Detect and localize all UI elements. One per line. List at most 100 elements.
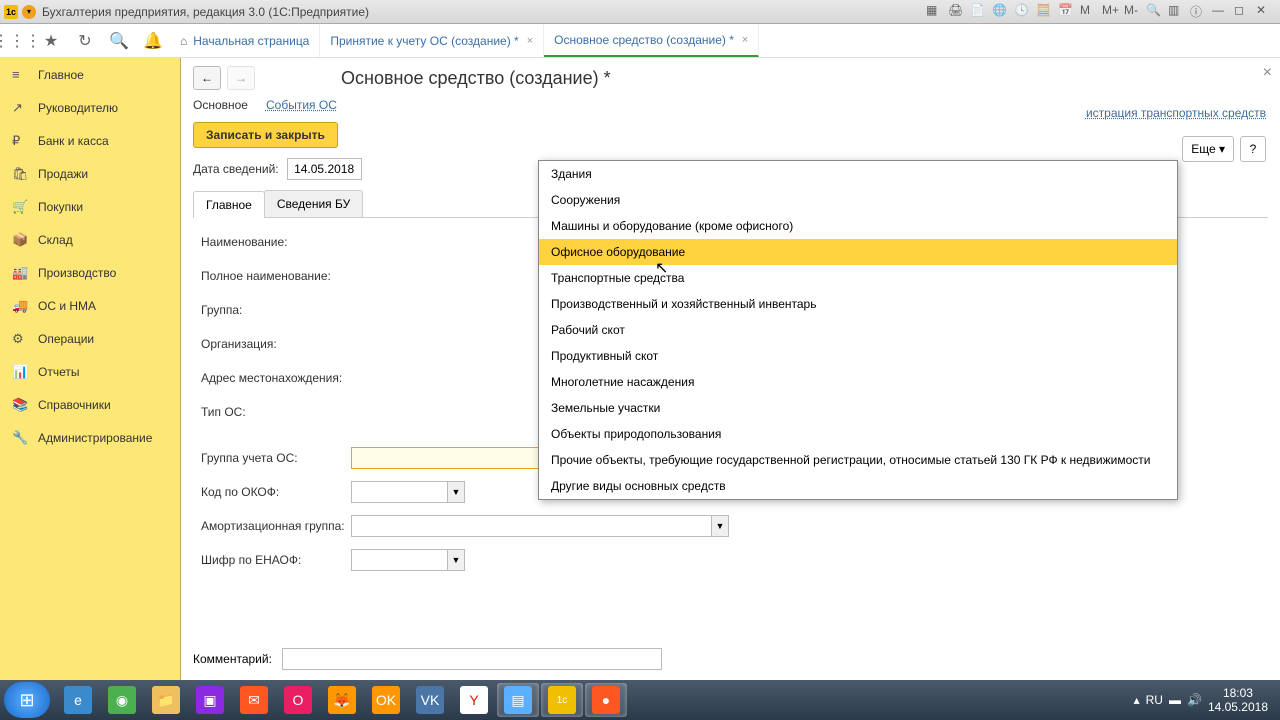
subnav-main[interactable]: Основное [193,98,248,112]
label-name: Наименование: [201,235,351,249]
dropdown-option[interactable]: Транспортные средства [539,265,1177,291]
sidebar-item[interactable]: 🏭Производство [0,256,180,289]
panel-icon[interactable]: ▥ [1168,3,1186,21]
sidebar-item[interactable]: ↗Руководителю [0,91,180,124]
sidebar-item[interactable]: 📊Отчеты [0,355,180,388]
zoom-icon[interactable]: 🔍 [1146,3,1164,21]
chevron-down-icon[interactable]: ▼ [711,515,729,537]
globe-icon[interactable]: 🌐 [992,3,1010,21]
taskbar-rec[interactable]: ● [585,683,627,717]
dropdown-option[interactable]: Рабочий скот [539,317,1177,343]
sidebar-item[interactable]: ⚙Операции [0,322,180,355]
taskbar-vk[interactable]: VK [409,683,451,717]
star-icon[interactable]: ★ [34,24,68,58]
m-minus-icon[interactable]: M- [1124,3,1142,21]
info-icon[interactable]: ⓘ [1190,3,1208,21]
sidebar-item[interactable]: 🔧Администрирование [0,421,180,454]
taskbar-explorer[interactable]: 📁 [145,683,187,717]
dropdown-option[interactable]: Земельные участки [539,395,1177,421]
tray-flag-icon[interactable]: ▬ [1169,693,1181,707]
taskbar-ok[interactable]: OK [365,683,407,717]
comment-input[interactable] [282,648,662,670]
sidebar-item[interactable]: 📦Склад [0,223,180,256]
tray-lang[interactable]: RU [1146,693,1163,707]
taskbar-firefox[interactable]: 🦊 [321,683,363,717]
nav-forward-button[interactable]: → [227,66,255,90]
dropdown-option[interactable]: Продуктивный скот [539,343,1177,369]
date-input[interactable] [287,158,362,180]
enaof-input[interactable] [351,549,447,571]
close-icon[interactable]: ✕ [1256,3,1274,21]
dropdown-icon[interactable]: ▾ [22,5,36,19]
label-type: Тип ОС: [201,405,351,419]
dropdown-option[interactable]: Здания [539,161,1177,187]
maximize-icon[interactable]: ◻ [1234,3,1252,21]
taskbar[interactable]: ⊞ e ◉ 📁 ▣ ✉ O 🦊 OK VK Y ▤ 1c ● ▴ RU ▬ 🔊 … [0,680,1280,720]
doc-tab[interactable]: ⌂Начальная страница [170,24,320,57]
doc-tab[interactable]: Принятие к учету ОС (создание) *× [320,24,544,57]
taskbar-app1[interactable]: ▣ [189,683,231,717]
calc-icon[interactable]: 🧮 [1036,3,1054,21]
print-icon[interactable]: 🖨 [948,3,966,21]
sidebar-item[interactable]: 📚Справочники [0,388,180,421]
m-icon[interactable]: M [1080,3,1098,21]
taskbar-opera[interactable]: O [277,683,319,717]
dropdown-option[interactable]: Производственный и хозяйственный инвента… [539,291,1177,317]
dropdown-option[interactable]: Объекты природопользования [539,421,1177,447]
dropdown-option[interactable]: Машины и оборудование (кроме офисного) [539,213,1177,239]
sidebar-item[interactable]: ≡Главное [0,58,180,91]
more-button[interactable]: Еще ▾ [1182,136,1234,162]
taskbar-yandex[interactable]: Y [453,683,495,717]
page-close-icon[interactable]: × [1263,64,1272,82]
doc-icon[interactable]: 📄 [970,3,988,21]
sidebar-item[interactable]: 🚚ОС и НМА [0,289,180,322]
dropdown-option[interactable]: Многолетние насаждения [539,369,1177,395]
chevron-down-icon[interactable]: ▼ [447,549,465,571]
tray-volume-icon[interactable]: 🔊 [1187,693,1202,707]
search-icon[interactable]: 🔍 [102,24,136,58]
help-button[interactable]: ? [1240,136,1266,162]
sidebar-item[interactable]: 🛍Продажи [0,157,180,190]
m-plus-icon[interactable]: M+ [1102,3,1120,21]
taskbar-app2[interactable]: ✉ [233,683,275,717]
taskbar-chrome[interactable]: ◉ [101,683,143,717]
label-org: Организация: [201,337,351,351]
save-close-button[interactable]: Записать и закрыть [193,122,338,148]
bell-icon[interactable]: 🔔 [136,24,170,58]
apps-icon[interactable]: ⋮⋮⋮ [0,24,34,58]
minimize-icon[interactable]: — [1212,3,1230,21]
tray-chevron-icon[interactable]: ▴ [1134,693,1140,707]
window-titlebar: 1c ▾ Бухгалтерия предприятия, редакция 3… [0,0,1280,24]
toolbar-icon[interactable]: ▦ [926,3,944,21]
amort-input[interactable] [351,515,711,537]
start-button[interactable]: ⊞ [4,682,50,718]
taskbar-ie[interactable]: e [57,683,99,717]
clock-icon[interactable]: 🕓 [1014,3,1032,21]
okof-combo[interactable]: ▼ [351,481,465,503]
okof-input[interactable] [351,481,447,503]
nav-back-button[interactable]: ← [193,66,221,90]
dropdown-option[interactable]: Другие виды основных средств [539,473,1177,499]
transport-registration-link[interactable]: истрация транспортных средств [1086,106,1266,120]
calendar-icon[interactable]: 📅 [1058,3,1076,21]
sidebar-item[interactable]: 🛒Покупки [0,190,180,223]
main-content: × ← → Основное средство (создание) * Осн… [181,58,1280,680]
enaof-combo[interactable]: ▼ [351,549,465,571]
dropdown-option[interactable]: Прочие объекты, требующие государственно… [539,447,1177,473]
tray-clock[interactable]: 18:0314.05.2018 [1208,686,1268,715]
chevron-down-icon[interactable]: ▼ [447,481,465,503]
subnav-events[interactable]: События ОС [266,98,337,112]
dropdown-option[interactable]: Офисное оборудование [539,239,1177,265]
taskbar-app-active1[interactable]: ▤ [497,683,539,717]
account-group-dropdown[interactable]: ЗданияСооруженияМашины и оборудование (к… [538,160,1178,500]
amort-combo[interactable]: ▼ [351,515,729,537]
history-icon[interactable]: ↻ [68,24,102,58]
sidebar-item[interactable]: ₽Банк и касса [0,124,180,157]
inner-tab-main[interactable]: Главное [193,191,265,218]
inner-tab-bu[interactable]: Сведения БУ [264,190,363,217]
window-title: Бухгалтерия предприятия, редакция 3.0 (1… [42,5,369,19]
dropdown-option[interactable]: Сооружения [539,187,1177,213]
taskbar-1c[interactable]: 1c [541,683,583,717]
doc-tab[interactable]: Основное средство (создание) *× [544,24,759,57]
cursor-icon: ↖ [655,258,668,278]
